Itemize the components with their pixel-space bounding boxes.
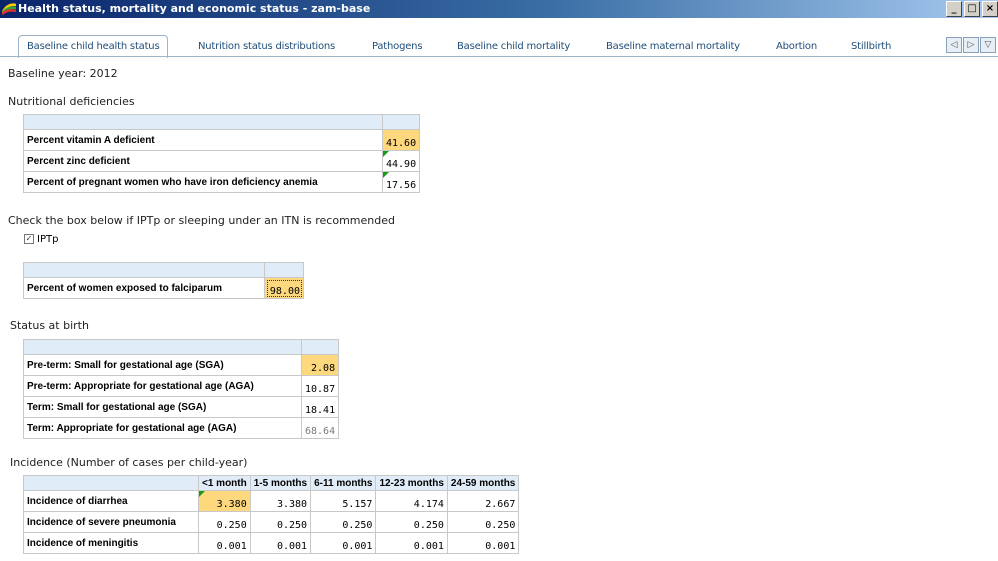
column-header: 12-23 months — [375, 475, 448, 491]
table-row: Percent vitamin A deficient 41.60 — [23, 129, 421, 151]
table-header-blank — [23, 262, 265, 278]
table-row: Incidence of severe pneumonia 0.250 0.25… — [23, 511, 520, 533]
table-row: Percent zinc deficient 44.90 — [23, 150, 421, 172]
column-header: 24-59 months — [446, 475, 520, 491]
iron-deficiency-anemia-value[interactable]: 17.56 — [381, 171, 421, 193]
iptp-checkbox[interactable]: ✓ — [24, 234, 34, 244]
row-label: Incidence of diarrhea — [23, 490, 199, 512]
table-header-blank — [300, 339, 340, 355]
incidence-cell[interactable]: 2.667 — [446, 490, 520, 512]
window-title: Health status, mortality and economic st… — [18, 2, 371, 15]
tab-baseline-child-mortality[interactable]: Baseline child mortality — [457, 37, 570, 57]
baseline-year-label: Baseline year: 2012 — [8, 67, 118, 80]
column-header: 1-5 months — [249, 475, 312, 491]
table-header-blank — [381, 114, 421, 130]
vitamin-a-deficient-value[interactable]: 41.60 — [381, 129, 421, 151]
row-label: Percent zinc deficient — [23, 150, 383, 172]
tab-divider — [0, 56, 998, 57]
status-at-birth-table: Pre-term: Small for gestational age (SGA… — [23, 339, 340, 439]
table-header-blank — [264, 262, 304, 278]
status-at-birth-heading: Status at birth — [10, 319, 89, 332]
incidence-cell[interactable]: 0.001 — [249, 532, 312, 554]
zinc-deficient-value[interactable]: 44.90 — [381, 150, 421, 172]
incidence-cell[interactable]: 0.001 — [446, 532, 520, 554]
table-row: Incidence of diarrhea 3.380 3.380 5.157 … — [23, 490, 520, 512]
incidence-cell[interactable]: 4.174 — [375, 490, 448, 512]
falciparum-table: Percent of women exposed to falciparum 9… — [23, 262, 304, 299]
preterm-sga-value[interactable]: 2.08 — [300, 354, 340, 376]
tab-navigation: ◁ ▷ ▽ — [946, 37, 996, 53]
table-row: Pre-term: Appropriate for gestational ag… — [23, 375, 340, 397]
term-sga-value[interactable]: 18.41 — [300, 396, 340, 418]
incidence-cell[interactable]: 0.250 — [198, 511, 251, 533]
row-label: Incidence of meningitis — [23, 532, 199, 554]
incidence-cell[interactable]: 0.250 — [310, 511, 377, 533]
table-header-blank — [23, 339, 302, 355]
row-label: Percent of women exposed to falciparum — [23, 277, 265, 299]
close-button[interactable]: × — [982, 1, 998, 17]
tab-pathogens[interactable]: Pathogens — [372, 37, 423, 57]
incidence-cell[interactable]: 0.250 — [375, 511, 448, 533]
incidence-cell[interactable]: 0.001 — [310, 532, 377, 554]
tab-baseline-maternal-mortality[interactable]: Baseline maternal mortality — [606, 37, 740, 57]
incidence-cell[interactable]: 0.250 — [249, 511, 312, 533]
column-header: <1 month — [198, 475, 251, 491]
tab-baseline-child-health-status[interactable]: Baseline child health status — [18, 35, 169, 58]
tab-scroll-left-icon[interactable]: ◁ — [946, 37, 962, 53]
table-row: Term: Small for gestational age (SGA) 18… — [23, 396, 340, 418]
iptp-checkbox-row[interactable]: ✓ IPTp — [24, 234, 58, 245]
maximize-button[interactable]: □ — [964, 1, 980, 17]
tab-nutrition-status-distributions[interactable]: Nutrition status distributions — [198, 37, 335, 57]
incidence-heading: Incidence (Number of cases per child-yea… — [10, 456, 248, 469]
column-header: 6-11 months — [310, 475, 377, 491]
nutritional-deficiencies-table: Percent vitamin A deficient 41.60 Percen… — [23, 114, 421, 193]
row-label: Term: Small for gestational age (SGA) — [23, 396, 302, 418]
iptp-checkbox-label: IPTp — [37, 234, 59, 245]
window-controls: _ □ × — [946, 1, 998, 17]
window-title-bar[interactable]: Health status, mortality and economic st… — [0, 0, 998, 18]
app-icon — [2, 3, 16, 15]
incidence-table: <1 month 1-5 months 6-11 months 12-23 mo… — [23, 475, 520, 554]
tab-bar: Baseline child health status Nutrition s… — [0, 18, 998, 58]
table-row: Incidence of meningitis 0.001 0.001 0.00… — [23, 532, 520, 554]
row-label: Percent vitamin A deficient — [23, 129, 383, 151]
preterm-aga-value[interactable]: 10.87 — [300, 375, 340, 397]
incidence-cell[interactable]: 3.380 — [198, 490, 251, 512]
incidence-cell[interactable]: 5.157 — [310, 490, 377, 512]
nutritional-deficiencies-heading: Nutritional deficiencies — [8, 95, 135, 108]
row-label: Pre-term: Appropriate for gestational ag… — [23, 375, 302, 397]
iptp-instruction: Check the box below if IPTp or sleeping … — [8, 214, 395, 227]
incidence-cell[interactable]: 0.250 — [446, 511, 520, 533]
tab-list-dropdown-icon[interactable]: ▽ — [980, 37, 996, 53]
row-label: Pre-term: Small for gestational age (SGA… — [23, 354, 302, 376]
tab-stillbirth[interactable]: Stillbirth — [851, 37, 891, 57]
table-row: Percent of women exposed to falciparum 9… — [23, 277, 304, 299]
table-row: Term: Appropriate for gestational age (A… — [23, 417, 340, 439]
incidence-cell[interactable]: 0.001 — [198, 532, 251, 554]
incidence-cell[interactable]: 0.001 — [375, 532, 448, 554]
row-label: Percent of pregnant women who have iron … — [23, 171, 383, 193]
tab-scroll-right-icon[interactable]: ▷ — [963, 37, 979, 53]
row-label: Incidence of severe pneumonia — [23, 511, 199, 533]
row-label: Term: Appropriate for gestational age (A… — [23, 417, 302, 439]
table-row: Percent of pregnant women who have iron … — [23, 171, 421, 193]
table-row: Pre-term: Small for gestational age (SGA… — [23, 354, 340, 376]
tab-abortion[interactable]: Abortion — [776, 37, 817, 57]
term-aga-value: 68.64 — [300, 417, 340, 439]
falciparum-exposure-value[interactable]: 98.00 — [264, 277, 304, 299]
table-header-blank — [23, 475, 199, 491]
minimize-button[interactable]: _ — [946, 1, 962, 17]
table-header-blank — [23, 114, 383, 130]
incidence-cell[interactable]: 3.380 — [249, 490, 312, 512]
